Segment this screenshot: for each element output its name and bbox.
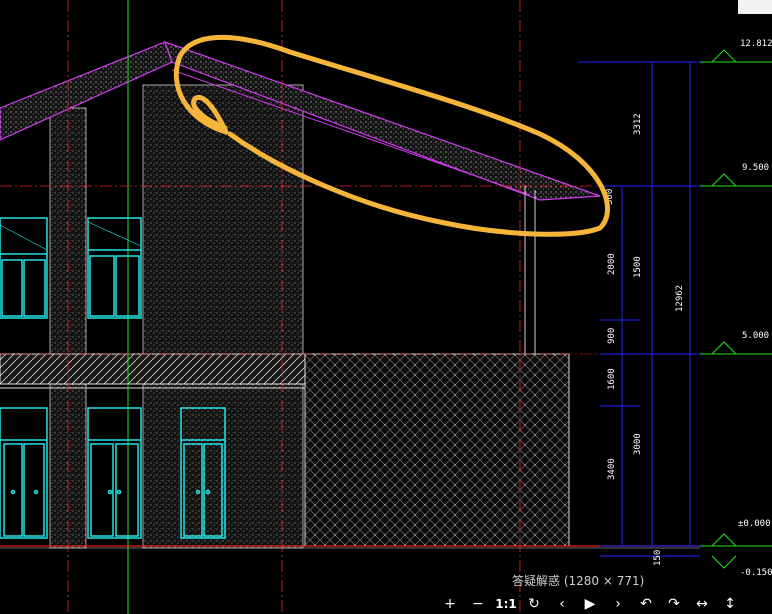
image-caption: 答疑解惑 (1280 × 771) <box>512 574 645 588</box>
fit-width-icon[interactable]: ↔ <box>688 594 716 614</box>
redo-icon[interactable]: ↷ <box>660 594 688 614</box>
cad-drawing-canvas: 12.812 9.500 5.000 ±0.000 -0.150 3312 20… <box>0 0 772 614</box>
fit-height-icon[interactable]: ↕ <box>716 594 744 614</box>
elevation-label-below: -0.150 <box>740 568 772 578</box>
dim-label-3000: 3000 <box>633 433 643 455</box>
door-lower-middle <box>87 407 142 539</box>
window-upper-middle <box>87 217 142 319</box>
elevation-label-ground: ±0.000 <box>738 519 771 529</box>
dim-label-3312: 3312 <box>633 113 643 135</box>
zoom-out-button[interactable]: − <box>464 594 492 614</box>
next-icon[interactable]: › <box>604 594 632 614</box>
wall-block-hatched <box>304 353 570 547</box>
dim-label-1600: 1600 <box>607 368 617 390</box>
dim-label-2000: 2000 <box>607 253 617 275</box>
floor-slab <box>0 353 306 385</box>
window-upper-left <box>0 217 48 319</box>
undo-icon[interactable]: ↶ <box>632 594 660 614</box>
viewer-toolbar: + − 1:1 ↻ ‹ ▶ › ↶ ↷ ↔ ↕ <box>436 594 744 614</box>
window-corner-patch <box>738 0 772 14</box>
rotate-icon[interactable]: ↻ <box>520 594 548 614</box>
dim-label-900: 900 <box>607 328 617 344</box>
elevation-label-eave: 9.500 <box>742 163 769 173</box>
elevation-markers <box>700 49 772 569</box>
wall-pier-middle <box>142 84 304 549</box>
elevation-label-floor2: 5.000 <box>742 331 769 341</box>
dim-label-150: 150 <box>653 550 663 566</box>
play-icon[interactable]: ▶ <box>576 594 604 614</box>
dim-label-12962: 12962 <box>675 285 685 312</box>
dim-label-1500: 1500 <box>633 256 643 278</box>
zoom-in-button[interactable]: + <box>436 594 464 614</box>
actual-size-button[interactable]: 1:1 <box>492 594 520 614</box>
door-lower-left <box>0 407 48 539</box>
dim-label-3400: 3400 <box>607 458 617 480</box>
elevation-label-roof-ridge: 12.812 <box>740 39 772 49</box>
prev-icon[interactable]: ‹ <box>548 594 576 614</box>
